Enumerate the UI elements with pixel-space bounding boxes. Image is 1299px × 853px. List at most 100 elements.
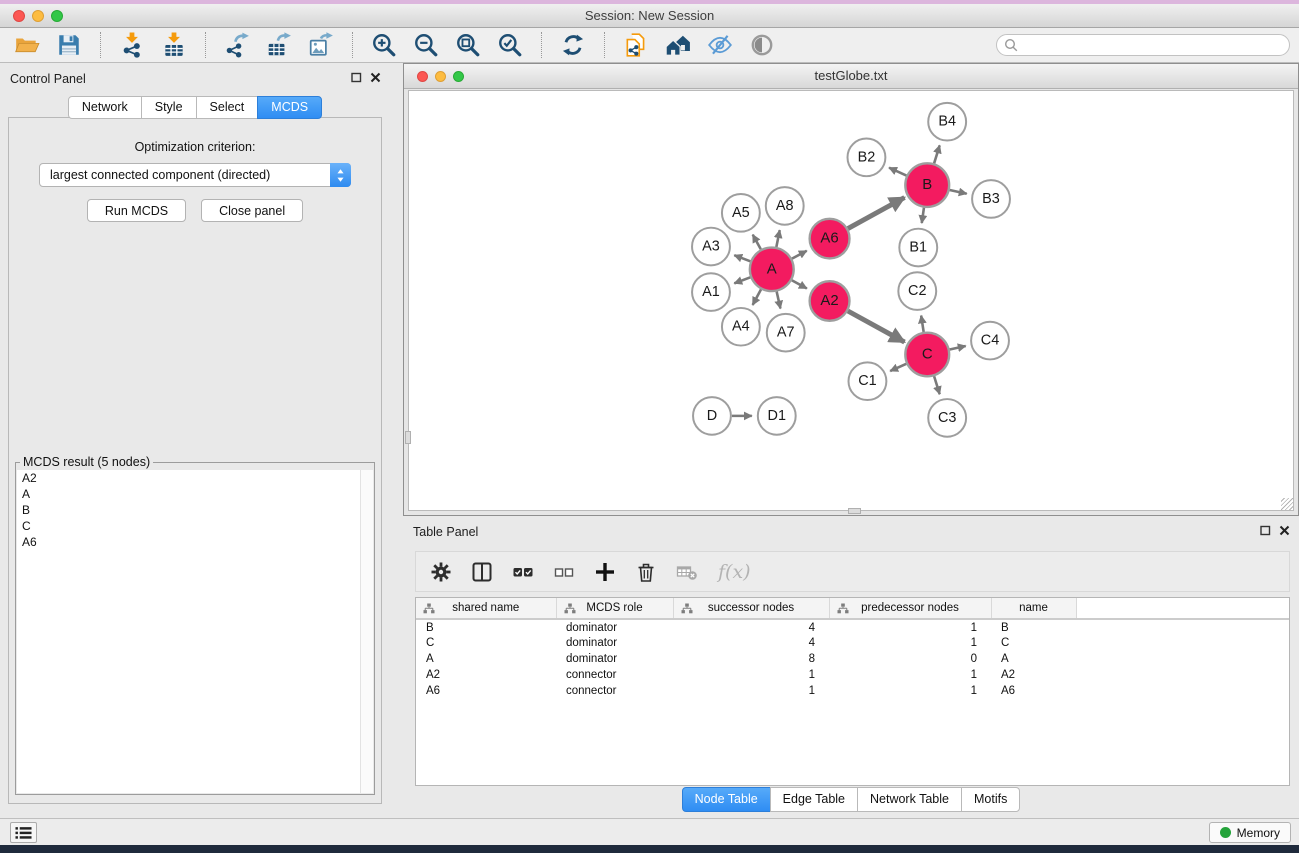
graph-node-A7[interactable]: A7 (767, 314, 805, 352)
save-session-button[interactable] (50, 30, 88, 60)
graph-edge-A-A6[interactable] (792, 251, 807, 259)
fit-content-button[interactable] (449, 30, 487, 60)
graph-node-B3[interactable]: B3 (972, 180, 1010, 218)
graph-edge-A-A2[interactable] (792, 280, 807, 288)
graph-node-A8[interactable]: A8 (766, 187, 804, 225)
minimize-window-button[interactable] (32, 10, 44, 22)
column-header-successor-nodes[interactable]: successor nodes (673, 598, 829, 619)
graph-node-D[interactable]: D (693, 397, 731, 435)
export-table-button[interactable] (260, 30, 298, 60)
list-item[interactable]: C (17, 518, 373, 534)
list-item[interactable]: A6 (17, 534, 373, 550)
zoom-out-button[interactable] (407, 30, 445, 60)
task-history-button[interactable] (10, 822, 37, 843)
table-row[interactable]: A6connector11A6 (416, 683, 1289, 699)
graph-edge-C-C4[interactable] (950, 346, 966, 350)
splitter-handle[interactable] (405, 431, 411, 444)
hide-selected-button[interactable] (701, 30, 739, 60)
column-header-mcds-role[interactable]: MCDS role (556, 598, 673, 619)
run-mcds-button[interactable]: Run MCDS (87, 199, 186, 222)
select-all-button[interactable] (510, 560, 536, 584)
tab-node-table[interactable]: Node Table (682, 787, 771, 812)
deselect-all-button[interactable] (551, 560, 577, 584)
close-network-button[interactable] (417, 71, 428, 82)
apply-layout-button[interactable] (554, 30, 592, 60)
minimize-network-button[interactable] (435, 71, 446, 82)
graph-node-D1[interactable]: D1 (758, 397, 796, 435)
tab-motifs[interactable]: Motifs (961, 787, 1020, 812)
table-row[interactable]: Bdominator41B (416, 619, 1289, 635)
graph-edge-A-A4[interactable] (753, 289, 761, 305)
zoom-selected-button[interactable] (491, 30, 529, 60)
graph-edge-B-B3[interactable] (950, 190, 967, 194)
export-network-button[interactable] (218, 30, 256, 60)
export-image-button[interactable] (302, 30, 340, 60)
tab-select[interactable]: Select (196, 96, 259, 119)
float-panel-icon[interactable] (1260, 525, 1271, 536)
graph-edge-A-A5[interactable] (753, 235, 761, 250)
add-entry-button[interactable] (592, 560, 618, 584)
column-header-name[interactable]: name (991, 598, 1076, 619)
optimization-criterion-select[interactable]: largest connected component (directed) (39, 163, 351, 187)
graph-node-A5[interactable]: A5 (722, 194, 760, 232)
graph-edge-C-C1[interactable] (890, 364, 906, 371)
list-item[interactable]: B (17, 502, 373, 518)
graph-edge-B-B1[interactable] (922, 208, 924, 223)
graph-node-B1[interactable]: B1 (899, 229, 937, 267)
tab-edge-table[interactable]: Edge Table (770, 787, 858, 812)
graph-node-C2[interactable]: C2 (898, 272, 936, 310)
close-panel-icon[interactable] (370, 72, 381, 83)
graph-node-A6[interactable]: A6 (810, 219, 850, 259)
graph-edge-A2-C[interactable] (848, 311, 905, 342)
zoom-in-button[interactable] (365, 30, 403, 60)
import-table-button[interactable] (155, 30, 193, 60)
table-row[interactable]: Cdominator41C (416, 635, 1289, 651)
search-input[interactable] (996, 34, 1290, 56)
graph-edge-C-C2[interactable] (921, 316, 923, 332)
show-all-networks-button[interactable] (659, 30, 697, 60)
graph-node-C[interactable]: C (905, 333, 949, 377)
open-file-button[interactable] (8, 30, 46, 60)
graph-node-A4[interactable]: A4 (722, 308, 760, 346)
graph-node-A[interactable]: A (750, 248, 794, 292)
column-header-shared-name[interactable]: shared name (416, 598, 556, 619)
column-header-predecessor-nodes[interactable]: predecessor nodes (829, 598, 991, 619)
graph-edge-B-B2[interactable] (889, 168, 906, 176)
graph-node-A3[interactable]: A3 (692, 228, 730, 266)
list-item[interactable]: A2 (17, 470, 373, 486)
import-network-button[interactable] (113, 30, 151, 60)
tab-network-table[interactable]: Network Table (857, 787, 962, 812)
tab-network[interactable]: Network (68, 96, 142, 119)
graph-node-B2[interactable]: B2 (848, 139, 886, 177)
graph-node-C4[interactable]: C4 (971, 322, 1009, 360)
result-list-scrollbar[interactable] (360, 470, 373, 793)
network-overview-button[interactable] (617, 30, 655, 60)
graph-node-A2[interactable]: A2 (810, 281, 850, 321)
select-stepper[interactable] (330, 163, 351, 187)
graph-edge-A-A7[interactable] (777, 292, 781, 309)
graph-node-B4[interactable]: B4 (928, 103, 966, 141)
memory-button[interactable]: Memory (1209, 822, 1291, 843)
tab-style[interactable]: Style (141, 96, 197, 119)
graph-edge-A6-B[interactable] (848, 197, 905, 228)
close-panel-button[interactable]: Close panel (201, 199, 303, 222)
table-settings-button[interactable] (428, 560, 454, 584)
list-item[interactable]: A (17, 486, 373, 502)
zoom-window-button[interactable] (51, 10, 63, 22)
graph-node-B[interactable]: B (905, 163, 949, 207)
graph-edge-C-C3[interactable] (934, 376, 940, 394)
float-panel-icon[interactable] (351, 72, 362, 83)
network-canvas[interactable]: AA1A3A5A8A4A7A6A2BB2B4B3B1CC2C4C1C3DD1 (408, 90, 1294, 511)
table-row[interactable]: A2connector11A2 (416, 667, 1289, 683)
splitter-handle[interactable] (848, 508, 861, 514)
table-row[interactable]: Adominator80A (416, 651, 1289, 667)
graph-edge-A-A3[interactable] (734, 255, 750, 261)
graph-edge-B-B4[interactable] (934, 145, 940, 163)
close-panel-icon[interactable] (1279, 525, 1290, 536)
graph-node-C1[interactable]: C1 (849, 362, 887, 400)
graph-edge-A-A8[interactable] (776, 230, 779, 247)
toggle-views-button[interactable] (743, 30, 781, 60)
delete-entry-button[interactable] (633, 560, 659, 584)
graph-edge-A-A1[interactable] (734, 277, 750, 283)
resize-grip[interactable] (1281, 498, 1293, 510)
